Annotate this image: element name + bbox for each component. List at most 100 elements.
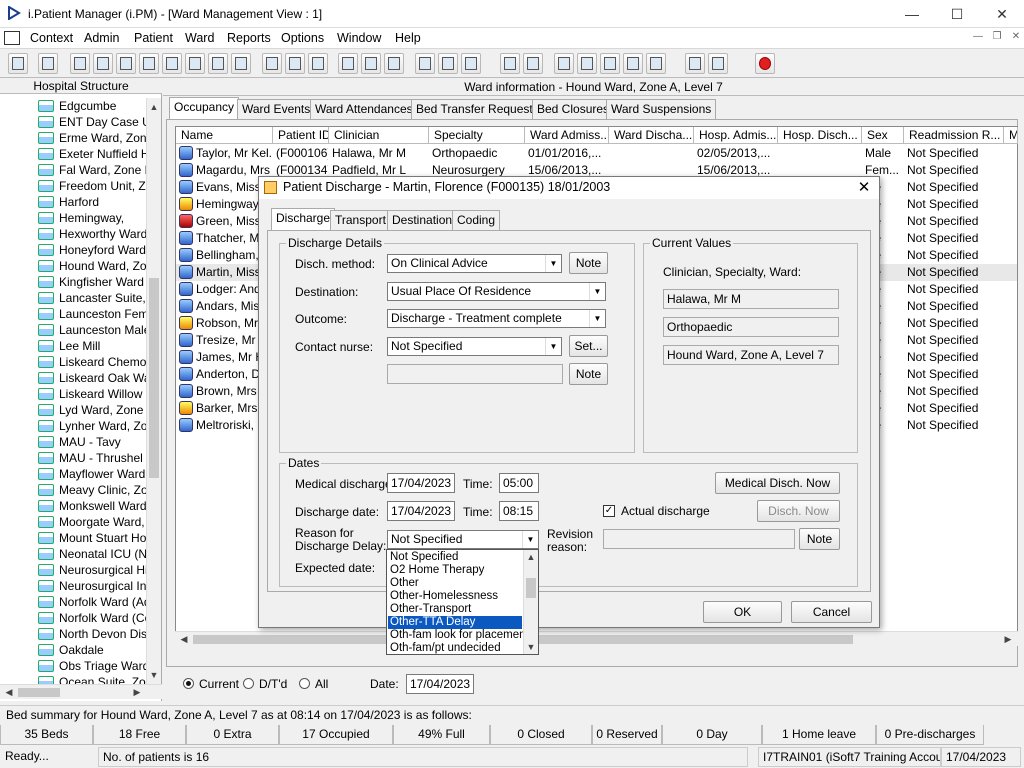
toolbar-search-button[interactable] [384,53,404,74]
revision-reason-input[interactable] [603,529,795,549]
close-icon[interactable]: ✕ [992,4,1012,24]
ward-tree-item[interactable]: Harford [38,194,146,210]
contact-nurse-set-button[interactable]: Set... [569,335,608,357]
medical-disch-now-button[interactable]: Medical Disch. Now [715,472,840,494]
toolbar-chart-button[interactable] [523,53,543,74]
col-me[interactable]: Me [1004,127,1018,144]
grid-scroll-right-icon[interactable]: ▶ [1001,632,1015,646]
col-sex[interactable]: Sex [862,127,904,144]
toolbar-board-button[interactable] [338,53,358,74]
ward-tree-item[interactable]: Erme Ward, Zone [38,130,146,146]
actual-discharge-checkbox[interactable]: ✓ [603,505,615,517]
menu-reports[interactable]: Reports [227,31,271,45]
ward-tree-item[interactable]: Oakdale [38,642,146,658]
chevron-down-icon[interactable]: ▼ [589,310,605,327]
chevron-down-icon[interactable]: ▼ [589,283,605,300]
ward-tree-item[interactable]: Lynher Ward, Zo [38,418,146,434]
filter-dtd[interactable]: D/T'd [243,677,287,691]
date-input[interactable]: 17/04/2023 [406,674,474,694]
dropdown-scrollbar[interactable]: ▲ ▼ [523,550,538,654]
hscroll-thumb[interactable] [18,688,60,697]
dialog-tab-discharge[interactable]: Discharge [271,208,336,230]
col-ward-discharge[interactable]: Ward Discha... [609,127,694,144]
ward-tree-item[interactable]: Hound Ward, Zo [38,258,146,274]
dropdown-option[interactable]: Other-TTA Delay [387,615,523,630]
menu-ward[interactable]: Ward [185,31,214,45]
ward-tree-item[interactable]: Lyd Ward, Zone I [38,402,146,418]
toolbar-bed-button[interactable] [231,53,251,74]
toolbar-bed2-button[interactable] [461,53,481,74]
scroll-right-icon[interactable]: ▶ [130,685,144,699]
toolbar-print-button[interactable] [38,53,58,74]
disch-method-select[interactable]: On Clinical Advice ▼ [387,254,562,273]
ward-tree-item[interactable]: ENT Day Case U [38,114,146,130]
document-icon[interactable] [4,31,20,45]
scroll-left-icon[interactable]: ◀ [2,685,16,699]
toolbar-notes-button[interactable] [185,53,205,74]
ward-tree-item[interactable]: MAU - Thrushel [38,450,146,466]
mdi-minimize-icon[interactable]: — [970,31,986,45]
menu-help[interactable]: Help [395,31,421,45]
ward-tree-item[interactable]: Fal Ward, Zone E [38,162,146,178]
mdi-restore-icon[interactable]: ❐ [989,31,1005,45]
ward-tree-item[interactable]: Neurosurgical Inte [38,578,146,594]
tab-ward-attendances[interactable]: Ward Attendances [310,99,418,119]
dropdown-scroll-up-icon[interactable]: ▲ [524,550,538,564]
contact-nurse-select[interactable]: Not Specified ▼ [387,337,562,356]
ward-tree-item[interactable]: Launceston Male [38,322,146,338]
col-hosp-discharge[interactable]: Hosp. Disch... [778,127,862,144]
discharge-delay-reason-select[interactable]: Not Specified ▼ [387,530,539,549]
ward-tree-item[interactable]: Lancaster Suite, [38,290,146,306]
toolbar-exit-button[interactable] [755,53,775,74]
ward-tree-scrollbar[interactable]: ▲ ▼ [146,98,161,684]
ward-tree-item[interactable]: Moorgate Ward, [38,514,146,530]
toolbar-monitor-button[interactable] [308,53,328,74]
ward-tree-item[interactable]: Mount Stuart Hos [38,530,146,546]
toolbar-clock-button[interactable] [285,53,305,74]
ward-tree-item[interactable]: Neonatal ICU (NN [38,546,146,562]
medical-time-input[interactable]: 05:00 [499,473,539,493]
ward-tree-item[interactable]: Obs Triage Ward [38,658,146,674]
dropdown-option[interactable]: Other-Transport [388,603,522,616]
chevron-down-icon[interactable]: ▼ [545,338,561,355]
menu-patient[interactable]: Patient [134,31,173,45]
toolbar-folder-button[interactable] [93,53,113,74]
ward-tree-item[interactable]: Hemingway, [38,210,146,226]
toolbar-download-button[interactable] [623,53,643,74]
revision-note-button[interactable]: Note [799,528,840,550]
toolbar-transfer-button[interactable] [208,53,228,74]
col-clinician[interactable]: Clinician [329,127,429,144]
ward-tree-item[interactable]: North Devon Dist [38,626,146,642]
dialog-tab-coding[interactable]: Coding [452,210,501,230]
ward-tree-item[interactable]: Ocean Suite, Zor [38,674,146,684]
outcome-select[interactable]: Discharge - Treatment complete ▼ [387,309,606,328]
menu-admin[interactable]: Admin [84,31,119,45]
menu-context[interactable]: Context [30,31,73,45]
tab-bed-transfer-requests[interactable]: Bed Transfer Requests [411,99,544,119]
dropdown-option[interactable]: O2 Home Therapy [388,564,522,577]
menu-options[interactable]: Options [281,31,324,45]
mdi-close-icon[interactable]: ✕ [1008,31,1024,45]
dropdown-option[interactable]: Other-Homelessness [388,590,522,603]
ward-tree-item[interactable]: Monkswell Ward, [38,498,146,514]
ok-button[interactable]: OK [703,601,782,623]
dropdown-option[interactable]: Oth-fam/pt undecided [388,642,522,655]
destination-select[interactable]: Usual Place Of Residence ▼ [387,282,606,301]
ward-tree-item[interactable]: Lee Mill [38,338,146,354]
filter-all[interactable]: All [299,677,328,691]
toolbar-task-button[interactable] [600,53,620,74]
ward-tree-hscrollbar[interactable]: ◀ ▶ [0,684,162,699]
grid-scroll-left-icon[interactable]: ◀ [177,632,191,646]
toolbar-tools-button[interactable] [262,53,282,74]
table-row[interactable]: Taylor, Mr Kel... (F000106) Halawa, Mr M Or… [176,145,1017,162]
ward-tree-item[interactable]: Mayflower Ward, [38,466,146,482]
ward-tree-item[interactable]: Meavy Clinic, Zo [38,482,146,498]
filter-current[interactable]: Current [183,677,239,691]
col-specialty[interactable]: Specialty [429,127,525,144]
radio-current-icon[interactable] [183,678,194,689]
ward-tree-item[interactable]: Edgcumbe [38,98,146,114]
col-name[interactable]: Name [176,127,273,144]
scroll-thumb[interactable] [149,278,159,478]
minimize-icon[interactable]: — [902,4,922,24]
chevron-down-icon[interactable]: ▼ [545,255,561,272]
